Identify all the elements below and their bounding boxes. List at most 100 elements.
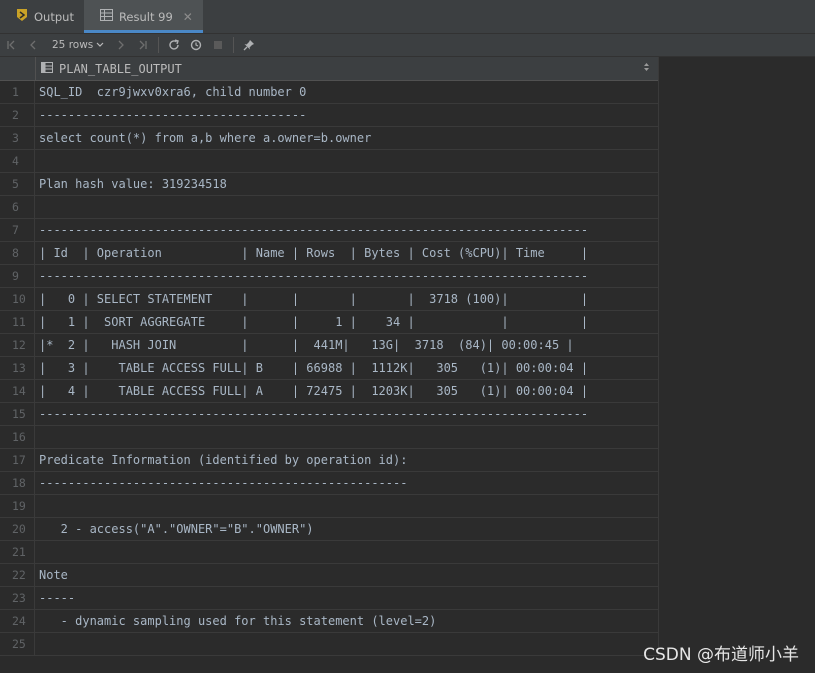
column-header-plan-table-output[interactable]: PLAN_TABLE_OUTPUT <box>36 61 658 76</box>
table-row[interactable]: 23 ----- <box>0 587 658 610</box>
row-number: 6 <box>0 196 35 218</box>
row-number: 24 <box>0 610 35 632</box>
table-row[interactable]: 15 --------------------------------------… <box>0 403 658 426</box>
table-row[interactable]: 24 - dynamic sampling used for this stat… <box>0 610 658 633</box>
stop-icon[interactable] <box>207 34 229 56</box>
row-number: 4 <box>0 150 35 172</box>
table-row[interactable]: 21 <box>0 541 658 564</box>
result-grid: PLAN_TABLE_OUTPUT 1 SQL_ID czr9jwxv0xra6,… <box>0 57 659 656</box>
output-icon <box>16 8 28 25</box>
table-cell[interactable]: - dynamic sampling used for this stateme… <box>35 614 658 628</box>
row-number: 14 <box>0 380 35 402</box>
row-number: 19 <box>0 495 35 517</box>
table-row[interactable]: 19 <box>0 495 658 518</box>
last-page-icon[interactable] <box>132 34 154 56</box>
table-row[interactable]: 4 <box>0 150 658 173</box>
table-cell[interactable]: | 0 | SELECT STATEMENT | | | | 3718 (100… <box>35 292 658 306</box>
table-row[interactable]: 2 ------------------------------------- <box>0 104 658 127</box>
table-cell[interactable]: |* 2 | HASH JOIN | | 441M| 13G| 3718 (84… <box>35 338 658 352</box>
table-cell[interactable]: ----------------------------------------… <box>35 407 658 421</box>
chevron-down-icon <box>96 39 104 51</box>
next-page-icon[interactable] <box>110 34 132 56</box>
table-cell[interactable]: Note <box>35 568 658 582</box>
table-row[interactable]: 3 select count(*) from a,b where a.owner=… <box>0 127 658 150</box>
toolbar-separator <box>233 37 235 53</box>
table-cell[interactable]: Predicate Information (identified by ope… <box>35 453 658 467</box>
table-row[interactable]: 10 | 0 | SELECT STATEMENT | | | | 3718 (1… <box>0 288 658 311</box>
row-number: 13 <box>0 357 35 379</box>
watermark: CSDN @布道师小羊 <box>643 645 799 665</box>
tab-result-label: Result 99 <box>118 9 173 24</box>
result-toolbar: 25 rows <box>0 34 815 57</box>
tab-output-label: Output <box>34 9 74 24</box>
table-cell[interactable]: ------------------------------------- <box>35 108 658 122</box>
table-row[interactable]: 7 ---------------------------------------… <box>0 219 658 242</box>
table-cell[interactable]: | 4 | TABLE ACCESS FULL| A | 72475 | 120… <box>35 384 658 398</box>
refresh-icon[interactable] <box>163 34 185 56</box>
grid-header: PLAN_TABLE_OUTPUT <box>0 57 658 81</box>
toolbar-separator <box>158 37 160 53</box>
table-row[interactable]: 5 Plan hash value: 319234518 <box>0 173 658 196</box>
table-cell[interactable]: ----------------------------------------… <box>35 269 658 283</box>
row-number: 9 <box>0 265 35 287</box>
table-row[interactable]: 25 <box>0 633 658 656</box>
table-cell[interactable]: | 1 | SORT AGGREGATE | | 1 | 34 | | | <box>35 315 658 329</box>
grid-bottom-area <box>0 656 658 673</box>
table-row[interactable]: 11 | 1 | SORT AGGREGATE | | 1 | 34 | | | <box>0 311 658 334</box>
row-number: 12 <box>0 334 35 356</box>
row-number: 2 <box>0 104 35 126</box>
table-row[interactable]: 17 Predicate Information (identified by o… <box>0 449 658 472</box>
row-number: 1 <box>0 81 35 103</box>
empty-area <box>659 57 815 673</box>
tab-bar: Output Result 99 ✕ <box>0 0 815 34</box>
table-cell[interactable]: SQL_ID czr9jwxv0xra6, child number 0 <box>35 85 658 99</box>
row-number: 22 <box>0 564 35 586</box>
row-number: 23 <box>0 587 35 609</box>
table-cell[interactable]: select count(*) from a,b where a.owner=b… <box>35 131 658 145</box>
tab-output[interactable]: Output <box>0 0 84 33</box>
page-size-label: 25 rows <box>52 39 94 51</box>
column-header-label: PLAN_TABLE_OUTPUT <box>59 61 182 76</box>
table-row[interactable]: 16 <box>0 426 658 449</box>
history-icon[interactable] <box>185 34 207 56</box>
pin-icon[interactable] <box>238 34 260 56</box>
table-row[interactable]: 18 --------------------------------------… <box>0 472 658 495</box>
row-number: 8 <box>0 242 35 264</box>
row-number: 20 <box>0 518 35 540</box>
table-cell[interactable]: ----------------------------------------… <box>35 223 658 237</box>
table-cell[interactable]: 2 - access("A"."OWNER"="B"."OWNER") <box>35 522 658 536</box>
row-number: 7 <box>0 219 35 241</box>
table-row[interactable]: 6 <box>0 196 658 219</box>
first-page-icon[interactable] <box>0 34 22 56</box>
row-number: 3 <box>0 127 35 149</box>
row-number: 17 <box>0 449 35 471</box>
table-row[interactable]: 8 | Id | Operation | Name | Rows | Bytes … <box>0 242 658 265</box>
previous-page-icon[interactable] <box>22 34 44 56</box>
table-row[interactable]: 1 SQL_ID czr9jwxv0xra6, child number 0 <box>0 81 658 104</box>
table-cell[interactable]: | Id | Operation | Name | Rows | Bytes |… <box>35 246 658 260</box>
row-number: 15 <box>0 403 35 425</box>
row-number: 25 <box>0 633 35 655</box>
row-number: 16 <box>0 426 35 448</box>
table-row[interactable]: 9 ---------------------------------------… <box>0 265 658 288</box>
sort-icon[interactable] <box>643 62 650 75</box>
page-size-select[interactable]: 25 rows <box>44 39 110 51</box>
row-number-header <box>0 57 36 80</box>
close-icon[interactable]: ✕ <box>183 10 193 24</box>
row-number: 18 <box>0 472 35 494</box>
table-row[interactable]: 14 | 4 | TABLE ACCESS FULL| A | 72475 | 1… <box>0 380 658 403</box>
table-row[interactable]: 22 Note <box>0 564 658 587</box>
table-cell[interactable]: ----------------------------------------… <box>35 476 658 490</box>
tab-result-99[interactable]: Result 99 ✕ <box>83 0 203 33</box>
row-number: 10 <box>0 288 35 310</box>
row-number: 11 <box>0 311 35 333</box>
row-number: 21 <box>0 541 35 563</box>
table-row[interactable]: 13 | 3 | TABLE ACCESS FULL| B | 66988 | 1… <box>0 357 658 380</box>
table-cell[interactable]: Plan hash value: 319234518 <box>35 177 658 191</box>
table-cell[interactable]: | 3 | TABLE ACCESS FULL| B | 66988 | 111… <box>35 361 658 375</box>
row-number: 5 <box>0 173 35 195</box>
grid-body: 1 SQL_ID czr9jwxv0xra6, child number 0 2 --… <box>0 81 658 656</box>
table-row[interactable]: 12 |* 2 | HASH JOIN | | 441M| 13G| 3718 (… <box>0 334 658 357</box>
table-cell[interactable]: ----- <box>35 591 658 605</box>
table-row[interactable]: 20 2 - access("A"."OWNER"="B"."OWNER") <box>0 518 658 541</box>
